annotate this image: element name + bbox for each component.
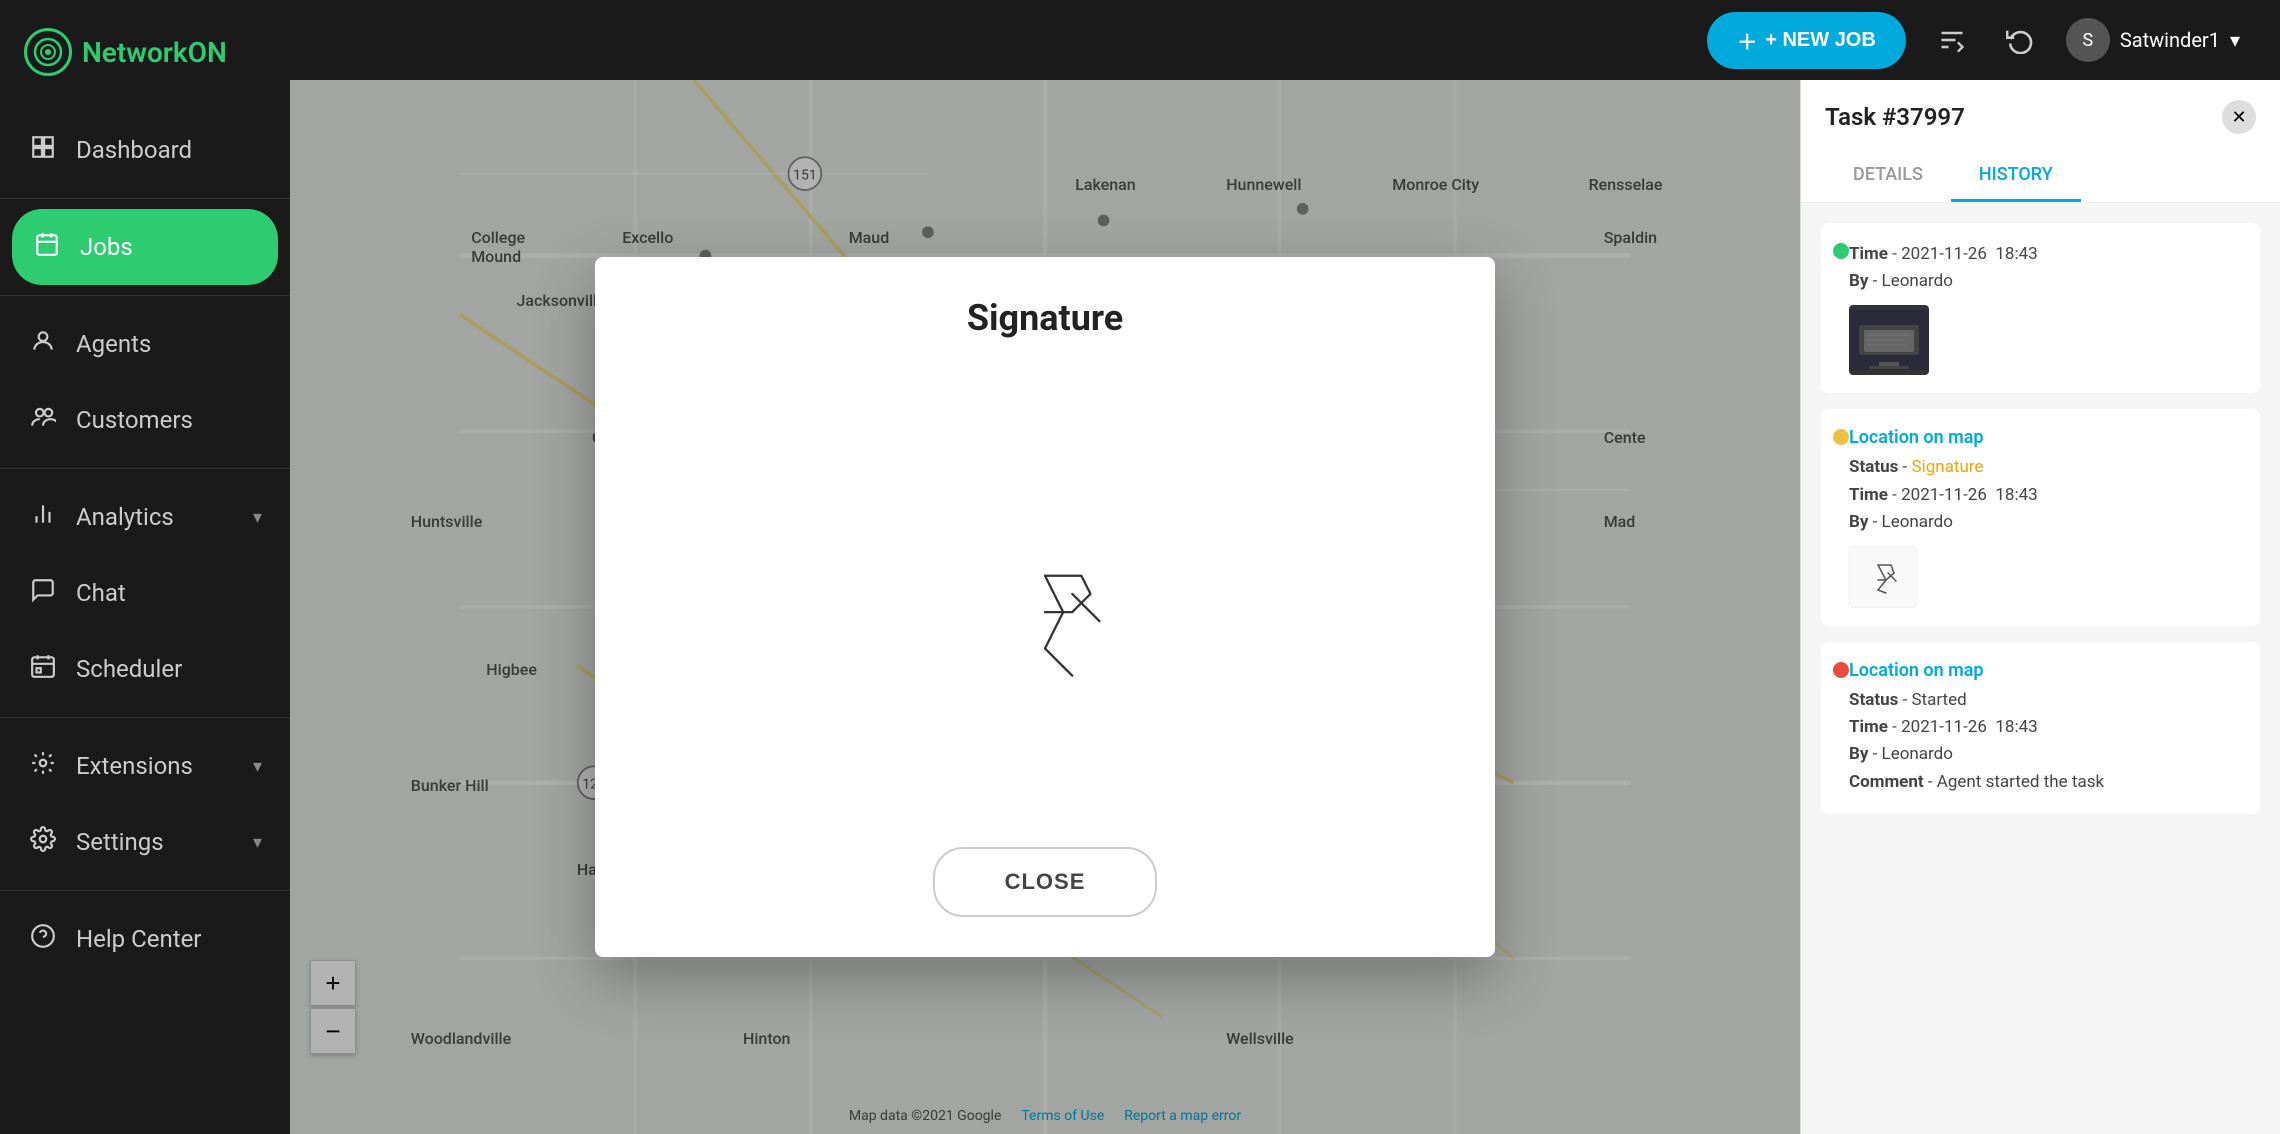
refresh-icon-button[interactable] [1998,18,2042,62]
logo: NetworkON [0,0,290,104]
history-status-2: Status - Signature [1849,454,2242,481]
history-status-3: Status - Started [1849,687,2242,714]
signature-drawing [945,503,1145,703]
sidebar-item-chat-label: Chat [76,579,262,607]
logo-text: NetworkON [82,36,227,69]
content-area: 151 63 MO-0 124 124 54 19 [290,80,2280,1134]
history-label-2: Location on map [1849,427,2242,448]
history-by-2: By - Leonardo [1849,509,2242,536]
history-dot-3 [1833,662,1849,678]
history-dot-1 [1833,243,1849,259]
sidebar-item-scheduler[interactable]: Scheduler [0,631,290,707]
sidebar-item-analytics-label: Analytics [76,503,235,531]
sort-icon-button[interactable] [1930,18,1974,62]
main-content: ＋ + NEW JOB S Satwinder1 ▾ [290,0,2280,1134]
settings-icon [28,826,58,858]
user-dropdown-arrow: ▾ [2230,28,2240,52]
history-time-2: Time - 2021-11-26 18:43 [1849,482,2242,509]
sidebar-item-dashboard-label: Dashboard [76,136,262,164]
sidebar-item-scheduler-label: Scheduler [76,655,262,683]
task-panel: Task #37997 ✕ DETAILS HISTORY Time - 202… [1800,80,2280,1134]
history-time-3: Time - 2021-11-26 18:43 [1849,714,2242,741]
sidebar-item-settings[interactable]: Settings ▾ [0,804,290,880]
tab-details[interactable]: DETAILS [1825,150,1951,202]
signature-modal: Signature CLOSE [595,257,1495,957]
modal-title: Signature [967,297,1123,339]
sidebar-item-help[interactable]: Help Center [0,901,290,977]
plus-icon: ＋ [1737,26,1757,55]
jobs-icon [32,231,62,263]
sidebar-item-customers[interactable]: Customers [0,382,290,458]
sidebar-item-customers-label: Customers [76,406,262,434]
history-by-1: By - Leonardo [1849,268,2242,295]
analytics-arrow-icon: ▾ [253,507,262,528]
task-title: Task #37997 [1825,103,1965,131]
sidebar-item-dashboard[interactable]: Dashboard [0,112,290,188]
chat-icon [28,577,58,609]
history-entry-2: Location on map Status - Signature Time … [1821,409,2260,626]
task-header: Task #37997 ✕ DETAILS HISTORY [1801,80,2280,203]
history-by-3: By - Leonardo [1849,741,2242,768]
customers-icon [28,404,58,436]
sidebar-item-agents-label: Agents [76,330,262,358]
task-panel-close-button[interactable]: ✕ [2222,100,2256,134]
task-tabs: DETAILS HISTORY [1825,150,2256,202]
agents-icon [28,328,58,360]
sidebar-item-help-label: Help Center [76,925,262,953]
new-job-label: + NEW JOB [1765,29,1876,52]
sidebar-item-extensions-label: Extensions [76,752,235,780]
sidebar-item-analytics[interactable]: Analytics ▾ [0,479,290,555]
analytics-icon [28,501,58,533]
avatar: S [2066,18,2110,62]
history-comment-3: Comment - Agent started the task [1849,769,2242,796]
modal-close-button[interactable]: CLOSE [933,847,1158,917]
help-icon [28,923,58,955]
map-area: 151 63 MO-0 124 124 54 19 [290,80,1800,1134]
user-profile[interactable]: S Satwinder1 ▾ [2066,18,2240,62]
history-entry-3: Location on map Status - Started Time - … [1821,642,2260,814]
settings-arrow-icon: ▾ [253,832,262,853]
history-entry-1: Time - 2021-11-26 18:43 By - Leonardo [1821,223,2260,393]
tab-history[interactable]: HISTORY [1951,150,2081,202]
task-title-row: Task #37997 ✕ [1825,100,2256,134]
sidebar: NetworkON Dashboard Jobs Agents [0,0,290,1134]
history-label-3: Location on map [1849,660,2242,681]
extensions-arrow-icon: ▾ [253,756,262,777]
sidebar-item-agents[interactable]: Agents [0,306,290,382]
extensions-icon [28,750,58,782]
sidebar-nav: Dashboard Jobs Agents Customers [0,104,290,1134]
sidebar-item-jobs-label: Jobs [80,233,258,261]
history-image-1 [1849,305,1929,375]
new-job-button[interactable]: ＋ + NEW JOB [1707,12,1906,69]
user-name: Satwinder1 [2120,28,2220,52]
history-time-1: Time - 2021-11-26 18:43 [1849,241,2242,268]
task-body: Time - 2021-11-26 18:43 By - Leonardo [1801,203,2280,850]
signature-canvas-area [635,379,1455,827]
dashboard-icon [28,134,58,166]
sidebar-item-chat[interactable]: Chat [0,555,290,631]
history-dot-2 [1833,429,1849,445]
modal-overlay: Signature CLOSE [290,80,1800,1134]
logo-icon [24,28,72,76]
sidebar-item-extensions[interactable]: Extensions ▾ [0,728,290,804]
signature-preview-thumbnail[interactable] [1849,546,1917,608]
sidebar-item-settings-label: Settings [76,828,235,856]
scheduler-icon [28,653,58,685]
header: ＋ + NEW JOB S Satwinder1 ▾ [290,0,2280,80]
sidebar-item-jobs[interactable]: Jobs [12,209,278,285]
